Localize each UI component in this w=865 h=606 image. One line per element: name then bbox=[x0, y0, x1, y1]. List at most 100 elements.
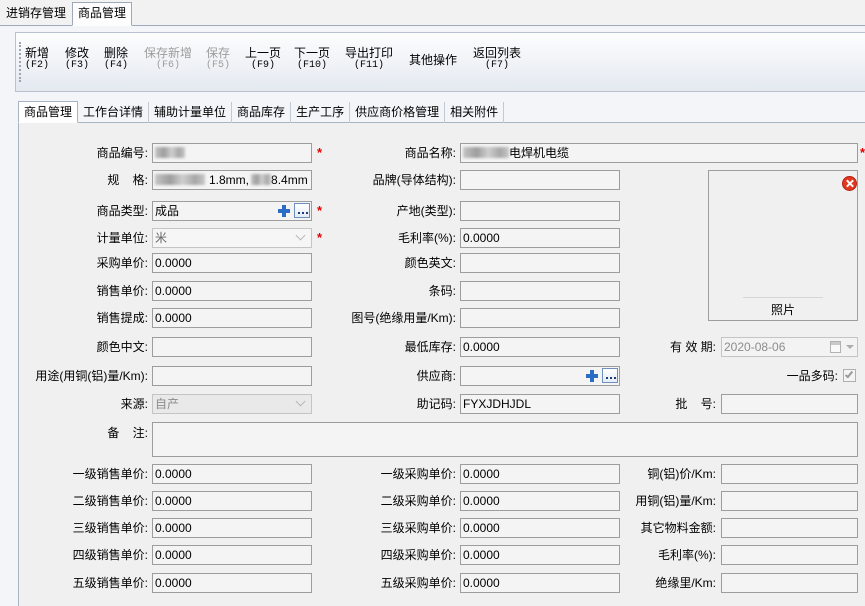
batch-no-input[interactable] bbox=[721, 394, 858, 414]
sale-price-l2-input[interactable] bbox=[152, 491, 312, 511]
expiry-date-picker[interactable]: 2020-08-06 bbox=[721, 337, 858, 357]
barcode-label: 条码: bbox=[428, 284, 456, 298]
save-new-button-shortcut: (F6) bbox=[155, 60, 180, 71]
copper-qty-per-km-input[interactable] bbox=[721, 491, 858, 511]
other-actions-button[interactable]: 其他操作 bbox=[405, 54, 461, 80]
sale-price-input[interactable] bbox=[152, 281, 312, 301]
tab-auxiliary-units[interactable]: 辅助计量单位 bbox=[149, 102, 233, 123]
tab-attachments[interactable]: 相关附件 bbox=[445, 102, 505, 123]
brand-label: 品牌(导体结构): bbox=[372, 173, 456, 187]
plus-icon[interactable] bbox=[585, 369, 599, 383]
purchase-price-l1-label: 一级采购单价: bbox=[380, 467, 456, 481]
edit-button-shortcut: (F3) bbox=[64, 60, 89, 71]
sale-price-l4-input[interactable] bbox=[152, 545, 312, 565]
color-en-input[interactable] bbox=[460, 253, 620, 273]
save-new-button[interactable]: 保存新增 (F6) bbox=[140, 47, 196, 73]
product-code-input[interactable] bbox=[152, 143, 312, 163]
other-material-amount-input[interactable] bbox=[721, 518, 858, 538]
export-print-button[interactable]: 导出打印 (F11) bbox=[341, 47, 397, 73]
drawing-no-label: 图号(绝缘用量/Km): bbox=[351, 311, 456, 325]
commission-input[interactable] bbox=[152, 308, 312, 328]
delete-button[interactable]: 删除 (F4) bbox=[100, 47, 132, 73]
next-page-button[interactable]: 下一页 (F10) bbox=[290, 47, 334, 73]
origin-label: 产地(类型): bbox=[396, 204, 456, 218]
color-en-label: 颜色英文: bbox=[404, 256, 456, 270]
purchase-price-input[interactable] bbox=[152, 253, 312, 273]
supplier-input[interactable] bbox=[460, 366, 620, 386]
purchase-price-l2-input[interactable] bbox=[460, 491, 620, 511]
multi-code-label: 一品多码: bbox=[786, 369, 838, 383]
multi-code-checkbox[interactable] bbox=[843, 369, 856, 382]
commission-label: 销售提成: bbox=[96, 311, 148, 325]
product-name-input[interactable]: 电焊机电缆 bbox=[460, 143, 858, 163]
add-button-label: 新增 bbox=[24, 46, 49, 60]
usage-label: 用途(用铜(铝)量/Km): bbox=[35, 369, 148, 383]
prev-page-button-label: 上一页 bbox=[244, 46, 281, 60]
redacted-text bbox=[251, 174, 272, 185]
purchase-price-l1-input[interactable] bbox=[460, 464, 620, 484]
sale-price-l1-input[interactable] bbox=[152, 464, 312, 484]
purchase-price-label: 采购单价: bbox=[96, 256, 148, 270]
barcode-input[interactable] bbox=[460, 281, 620, 301]
purchase-price-l4-input[interactable] bbox=[460, 545, 620, 565]
purchase-price-l5-input[interactable] bbox=[460, 573, 620, 593]
color-cn-input[interactable] bbox=[152, 337, 312, 357]
ellipsis-icon[interactable] bbox=[602, 368, 618, 383]
close-icon[interactable] bbox=[842, 176, 857, 191]
brand-input[interactable] bbox=[460, 170, 620, 190]
purchase-price-l4-label: 四级采购单价: bbox=[380, 548, 456, 562]
product-code-label: 商品编号: bbox=[96, 146, 148, 160]
other-material-amount-label: 其它物料金额: bbox=[640, 521, 716, 535]
insulation-per-km-input[interactable] bbox=[721, 573, 858, 593]
sale-price-l5-label: 五级销售单价: bbox=[72, 576, 148, 590]
product-type-input[interactable]: 成品 bbox=[152, 201, 312, 221]
sale-price-l3-input[interactable] bbox=[152, 518, 312, 538]
gross-margin-input[interactable] bbox=[460, 228, 620, 248]
color-cn-label: 颜色中文: bbox=[96, 340, 148, 354]
tab-workbench-details[interactable]: 工作台详情 bbox=[78, 102, 150, 123]
add-button[interactable]: 新增 (F2) bbox=[21, 47, 53, 73]
purchase-price-l3-label: 三级采购单价: bbox=[380, 521, 456, 535]
copper-price-per-km-input[interactable] bbox=[721, 464, 858, 484]
save-button-label: 保存 bbox=[205, 46, 230, 60]
purchase-price-l3-input[interactable] bbox=[460, 518, 620, 538]
expiry-date-label: 有 效 期: bbox=[669, 340, 716, 354]
drawing-no-input[interactable] bbox=[460, 308, 620, 328]
batch-no-label: 批 号: bbox=[675, 397, 716, 411]
photo-box[interactable]: 照片 bbox=[708, 170, 858, 321]
min-stock-input[interactable] bbox=[460, 337, 620, 357]
source-select[interactable]: 自产 bbox=[152, 394, 312, 414]
prev-page-button[interactable]: 上一页 (F9) bbox=[241, 47, 285, 73]
spec-input[interactable]: 1.8mm, 8.4mm bbox=[152, 170, 312, 190]
unit-label: 计量单位: bbox=[96, 231, 148, 245]
window-tab-product[interactable]: 商品管理 bbox=[72, 2, 133, 26]
tab-production-process[interactable]: 生产工序 bbox=[291, 102, 351, 123]
back-to-list-button[interactable]: 返回列表 (F7) bbox=[469, 47, 525, 73]
remark-textarea[interactable] bbox=[152, 422, 858, 457]
save-button[interactable]: 保存 (F5) bbox=[202, 47, 234, 73]
gross-margin-2-label: 毛利率(%): bbox=[658, 548, 716, 562]
mnemonic-input[interactable] bbox=[460, 394, 620, 414]
save-new-button-label: 保存新增 bbox=[143, 46, 192, 60]
usage-input[interactable] bbox=[152, 366, 312, 386]
sale-price-l5-input[interactable] bbox=[152, 573, 312, 593]
prev-page-button-shortcut: (F9) bbox=[250, 60, 275, 71]
calendar-icon[interactable] bbox=[830, 341, 841, 353]
chevron-down-icon[interactable] bbox=[846, 345, 854, 349]
source-value: 自产 bbox=[155, 397, 180, 411]
plus-icon[interactable] bbox=[277, 204, 291, 218]
gross-margin-label: 毛利率(%): bbox=[398, 231, 456, 245]
edit-button[interactable]: 修改 (F3) bbox=[61, 47, 93, 73]
gross-margin-2-input[interactable] bbox=[721, 545, 858, 565]
sale-price-label: 销售单价: bbox=[96, 284, 148, 298]
tab-product-management[interactable]: 商品管理 bbox=[18, 101, 79, 123]
unit-select[interactable]: 米 bbox=[152, 228, 312, 248]
back-to-list-button-shortcut: (F7) bbox=[484, 60, 509, 71]
product-type-value: 成品 bbox=[155, 204, 180, 218]
origin-input[interactable] bbox=[460, 201, 620, 221]
tab-supplier-prices[interactable]: 供应商价格管理 bbox=[350, 102, 446, 123]
tab-product-stock[interactable]: 商品库存 bbox=[232, 102, 292, 123]
window-tab-inventory[interactable]: 进销存管理 bbox=[2, 3, 70, 26]
expiry-date-value: 2020-08-06 bbox=[724, 340, 786, 354]
redacted-text bbox=[155, 147, 185, 158]
